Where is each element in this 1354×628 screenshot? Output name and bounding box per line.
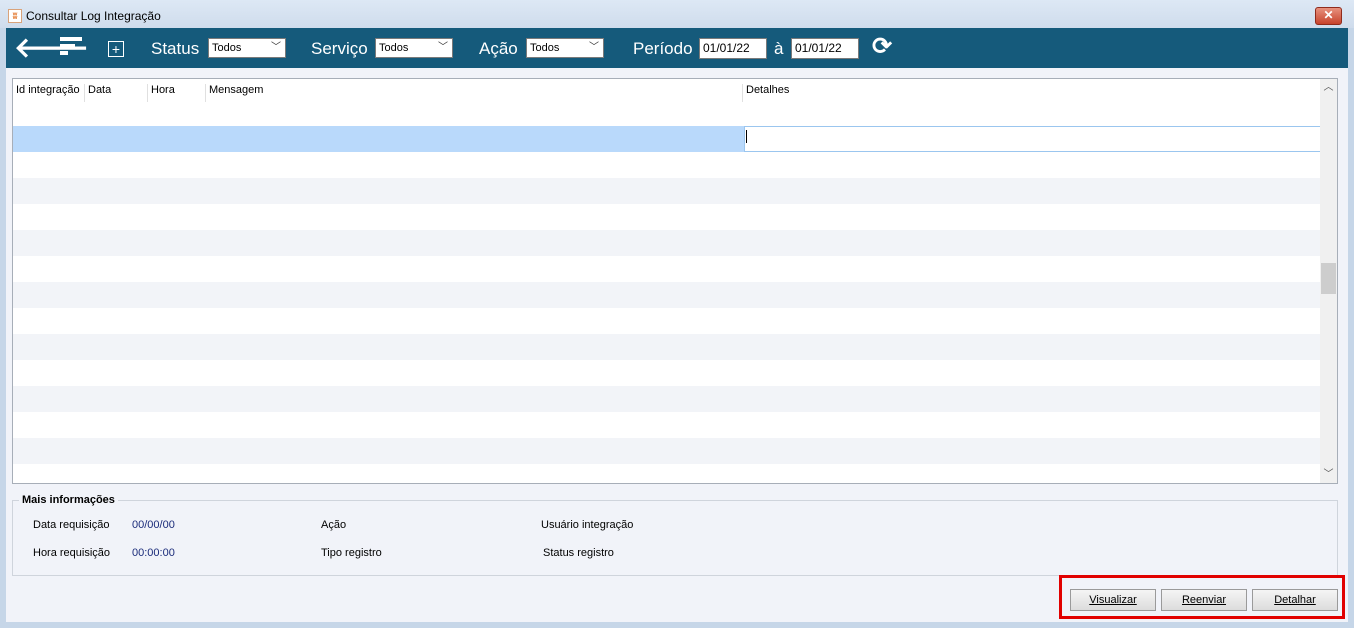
reenviar-button[interactable]: Reenviar [1161, 589, 1247, 611]
grid-header: Id integração Data Hora Mensagem Detalhe… [13, 79, 1319, 103]
acao-info-label: Ação [321, 519, 347, 531]
table-row[interactable] [13, 360, 1320, 386]
usuario-integracao-label: Usuário integração [541, 519, 634, 531]
chevron-down-icon: ﹀ [589, 42, 599, 53]
title-bar: ʬ Consultar Log Integração ✕ [0, 0, 1354, 28]
scroll-up-icon[interactable]: ︿ [1320, 79, 1337, 96]
data-requisicao-value: 00/00/00 [132, 519, 175, 531]
scrollbar-thumb[interactable] [1321, 263, 1336, 294]
date-separator: à [774, 39, 784, 58]
servico-select[interactable]: Todos ﹀ [375, 38, 453, 58]
table-row[interactable] [13, 178, 1320, 204]
table-row[interactable] [13, 152, 1320, 178]
status-registro-label: Status registro [543, 547, 614, 559]
table-row[interactable] [13, 386, 1320, 412]
date-to-input[interactable]: 01/01/22 [791, 38, 859, 59]
status-select-value: Todos [212, 42, 242, 54]
close-button[interactable]: ✕ [1315, 7, 1342, 25]
column-header[interactable]: Hora [148, 84, 206, 102]
table-row[interactable] [13, 230, 1320, 256]
date-from-input[interactable]: 01/01/22 [699, 38, 767, 59]
table-row[interactable] [13, 204, 1320, 230]
window-title: Consultar Log Integração [26, 9, 161, 23]
column-header[interactable]: Data [85, 84, 148, 102]
status-select[interactable]: Todos ﹀ [208, 38, 286, 58]
table-row-selected[interactable] [13, 126, 1321, 152]
periodo-label: Período [633, 39, 693, 58]
log-grid[interactable]: Id integração Data Hora Mensagem Detalhe… [12, 78, 1338, 484]
acao-select[interactable]: Todos ﹀ [526, 38, 604, 58]
toolbar: 🡐 + Status Todos ﹀ Serviço Todos ﹀ Ação … [6, 28, 1348, 68]
filter-icon[interactable] [60, 37, 82, 59]
vertical-scrollbar[interactable]: ︿ ﹀ [1320, 79, 1337, 483]
acao-label: Ação [479, 39, 518, 58]
table-row[interactable] [13, 282, 1320, 308]
acao-select-value: Todos [530, 42, 560, 54]
data-requisicao-label: Data requisição [33, 519, 110, 531]
tipo-registro-label: Tipo registro [321, 547, 382, 559]
chevron-down-icon: ﹀ [271, 42, 281, 53]
table-row[interactable] [13, 256, 1320, 282]
more-info-group: Mais informações Data requisição 00/00/0… [12, 494, 1338, 576]
text-caret [746, 130, 747, 143]
refresh-icon[interactable]: ⟳ [872, 34, 892, 60]
column-header[interactable]: Id integração [13, 84, 85, 102]
visualizar-button[interactable]: Visualizar [1070, 589, 1156, 611]
column-header[interactable]: Mensagem [206, 84, 743, 102]
more-info-title: Mais informações [19, 494, 118, 506]
column-header[interactable]: Detalhes [743, 84, 1319, 102]
scroll-down-icon[interactable]: ﹀ [1320, 466, 1337, 483]
detalhar-button[interactable]: Detalhar [1252, 589, 1338, 611]
servico-select-value: Todos [379, 42, 409, 54]
status-label: Status [151, 39, 200, 58]
add-icon[interactable]: + [108, 41, 124, 57]
app-logo-icon: ʬ [8, 9, 22, 23]
servico-label: Serviço [311, 39, 368, 58]
table-row[interactable] [13, 438, 1320, 464]
hora-requisicao-label: Hora requisição [33, 547, 111, 559]
table-row[interactable] [13, 308, 1320, 334]
chevron-down-icon: ﹀ [438, 42, 448, 53]
hora-requisicao-value: 00:00:00 [132, 547, 175, 559]
main-window: 🡐 + Status Todos ﹀ Serviço Todos ﹀ Ação … [6, 28, 1348, 622]
table-row[interactable] [13, 334, 1320, 360]
details-cell-editor[interactable] [744, 126, 1321, 152]
table-row[interactable] [13, 412, 1320, 438]
